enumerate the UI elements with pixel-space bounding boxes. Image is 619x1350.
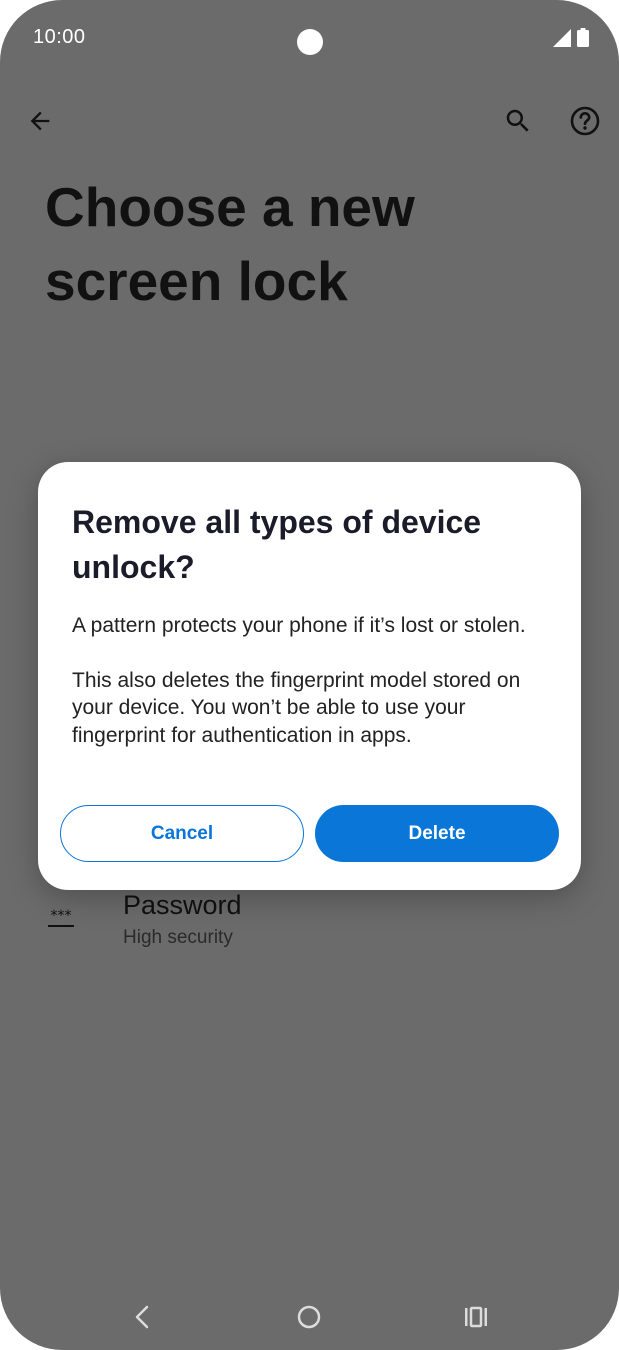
dialog-message: A pattern protects your phone if it’s lo… <box>72 612 552 749</box>
remove-unlock-dialog: Remove all types of device unlock? A pat… <box>38 462 581 890</box>
nav-back-icon <box>135 1305 149 1329</box>
status-icons <box>553 28 589 47</box>
dialog-title: Remove all types of device unlock? <box>72 504 482 585</box>
nav-back-button[interactable] <box>120 1295 164 1339</box>
nav-recents-icon <box>465 1306 487 1328</box>
status-time: 10:00 <box>33 26 86 48</box>
nav-home-button[interactable] <box>287 1295 331 1339</box>
nav-recents-button[interactable] <box>454 1295 498 1339</box>
password-option-title[interactable]: Password <box>123 890 242 921</box>
back-button[interactable] <box>20 101 60 141</box>
phone-screen: 10:00 Choose a new screen lock *** Passw… <box>0 0 619 1350</box>
signal-icon <box>553 28 571 47</box>
delete-button[interactable]: Delete <box>315 805 559 862</box>
dialog-paragraph-pattern: A pattern protects your phone if it’s lo… <box>72 614 526 637</box>
search-icon <box>506 109 529 132</box>
password-option-subtitle: High security <box>123 927 233 948</box>
nav-home-icon <box>297 1305 321 1329</box>
cancel-button[interactable]: Cancel <box>60 805 304 862</box>
help-button[interactable] <box>565 101 605 141</box>
page-title: Choose a new screen lock <box>45 176 415 312</box>
camera-cutout <box>297 29 323 55</box>
svg-text:***: *** <box>51 908 72 924</box>
search-button[interactable] <box>498 101 538 141</box>
back-arrow-icon <box>30 111 50 131</box>
dialog-paragraph-fingerprint: This also deletes the fingerprint model … <box>72 668 521 747</box>
battery-icon <box>577 28 589 47</box>
password-icon: *** <box>48 908 74 927</box>
help-icon <box>570 106 600 136</box>
